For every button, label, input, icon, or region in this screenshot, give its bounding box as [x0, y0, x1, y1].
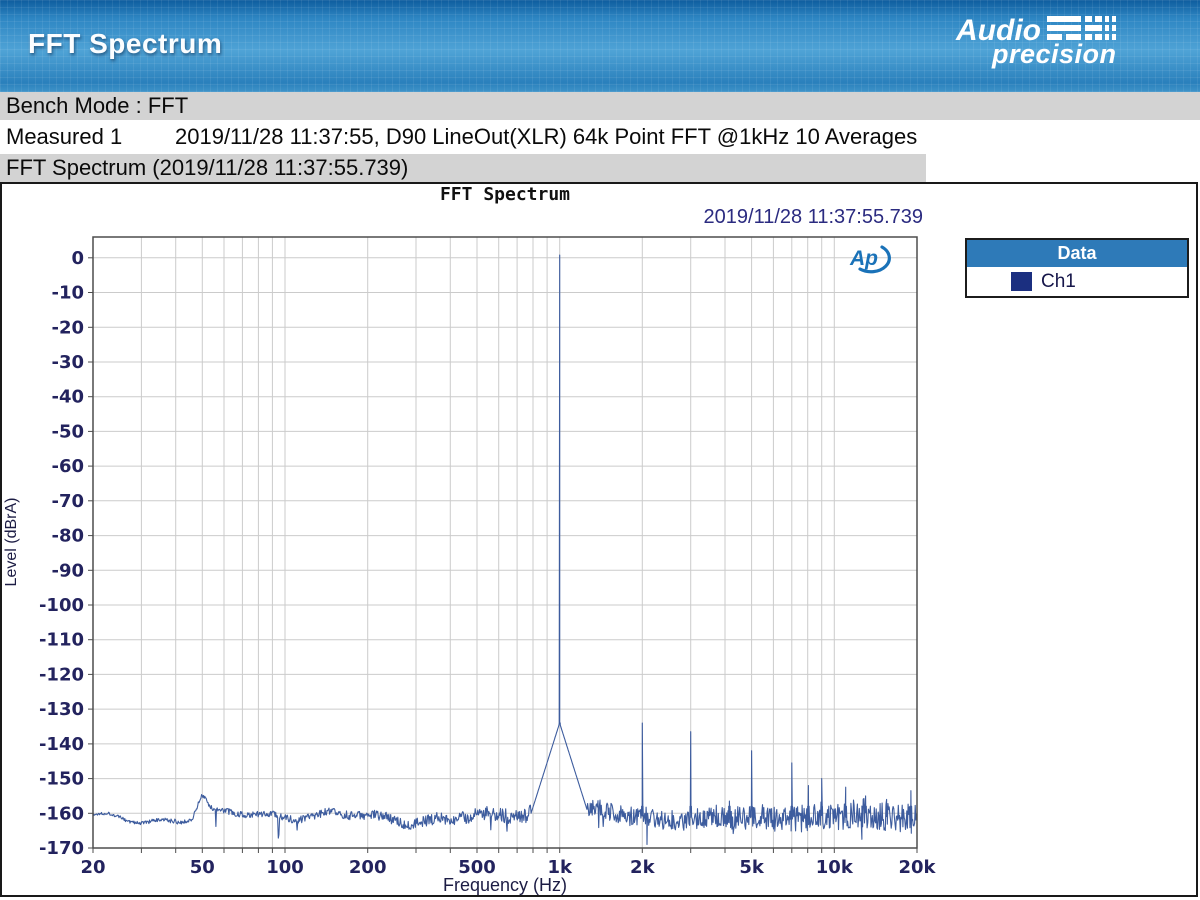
y-tick-label: -120 — [39, 664, 84, 685]
chart-panel: FFT Spectrum 2019/11/28 11:37:55.739 Lev… — [0, 182, 1198, 897]
legend-header: Data — [967, 240, 1187, 267]
x-tick-label: 20 — [80, 857, 105, 878]
y-tick-label: -80 — [51, 526, 84, 547]
plot-border — [92, 236, 918, 849]
chart-timestamp: 2019/11/28 11:37:55.739 — [704, 206, 923, 228]
y-tick-label: -110 — [39, 630, 84, 651]
y-tick-label: -50 — [51, 421, 84, 442]
y-tick-label: -130 — [39, 699, 84, 720]
legend-swatch — [1011, 272, 1032, 291]
legend-entry: Ch1 — [967, 267, 1187, 296]
page-title: FFT Spectrum — [28, 28, 223, 59]
x-tick-label: 200 — [349, 857, 387, 878]
y-tick-label: -90 — [51, 560, 84, 581]
y-tick-label: -70 — [51, 491, 84, 512]
legend-label: Ch1 — [1041, 270, 1076, 292]
bench-mode-text: Bench Mode : FFT — [6, 93, 189, 118]
legend-box: Data Ch1 — [965, 238, 1189, 298]
graph-caption-text: FFT Spectrum (2019/11/28 11:37:55.739) — [6, 155, 409, 180]
top-banner: FFT Spectrum Audio precision — [0, 0, 1200, 92]
x-tick-label: 2k — [630, 857, 656, 878]
y-tick-label: -150 — [39, 769, 84, 790]
x-tick-label: 10k — [816, 857, 854, 878]
x-tick-label: 50 — [190, 857, 215, 878]
measured-info: 2019/11/28 11:37:55, D90 LineOut(XLR) 64… — [175, 124, 918, 149]
graph-caption-bar: FFT Spectrum (2019/11/28 11:37:55.739) — [0, 154, 926, 182]
ap-watermark-icon: Ap — [849, 245, 891, 274]
y-tick-label: -40 — [51, 387, 84, 408]
x-tick-label: 500 — [458, 857, 496, 878]
x-tick-label: 100 — [266, 857, 304, 878]
measured-row: Measured 1 2019/11/28 11:37:55, D90 Line… — [0, 120, 1200, 154]
svg-text:Ap: Ap — [849, 247, 878, 270]
y-tick-label: -60 — [51, 456, 84, 477]
audio-precision-logo: Audio precision — [956, 16, 1166, 78]
x-axis-label: Frequency (Hz) — [443, 875, 567, 895]
y-tick-label: -30 — [51, 352, 84, 373]
x-tick-label: 1k — [547, 857, 573, 878]
y-axis-label: Level (dBrA) — [3, 498, 20, 587]
y-tick-label: -20 — [51, 317, 84, 338]
logo-text-line2: precision — [992, 39, 1117, 69]
bench-mode-bar: Bench Mode : FFT — [0, 92, 1200, 120]
y-tick-label: -140 — [39, 734, 84, 755]
x-tick-label: 20k — [898, 857, 936, 878]
y-tick-label: -100 — [39, 595, 84, 616]
spectrum-trace — [93, 254, 917, 846]
x-tick-label: 5k — [739, 857, 765, 878]
chart-title: FFT Spectrum — [440, 184, 570, 205]
y-tick-label: -160 — [39, 803, 84, 824]
y-tick-label: -170 — [39, 838, 84, 859]
measured-label: Measured 1 — [6, 124, 123, 149]
y-tick-label: 0 — [71, 248, 84, 269]
y-tick-label: -10 — [51, 283, 84, 304]
